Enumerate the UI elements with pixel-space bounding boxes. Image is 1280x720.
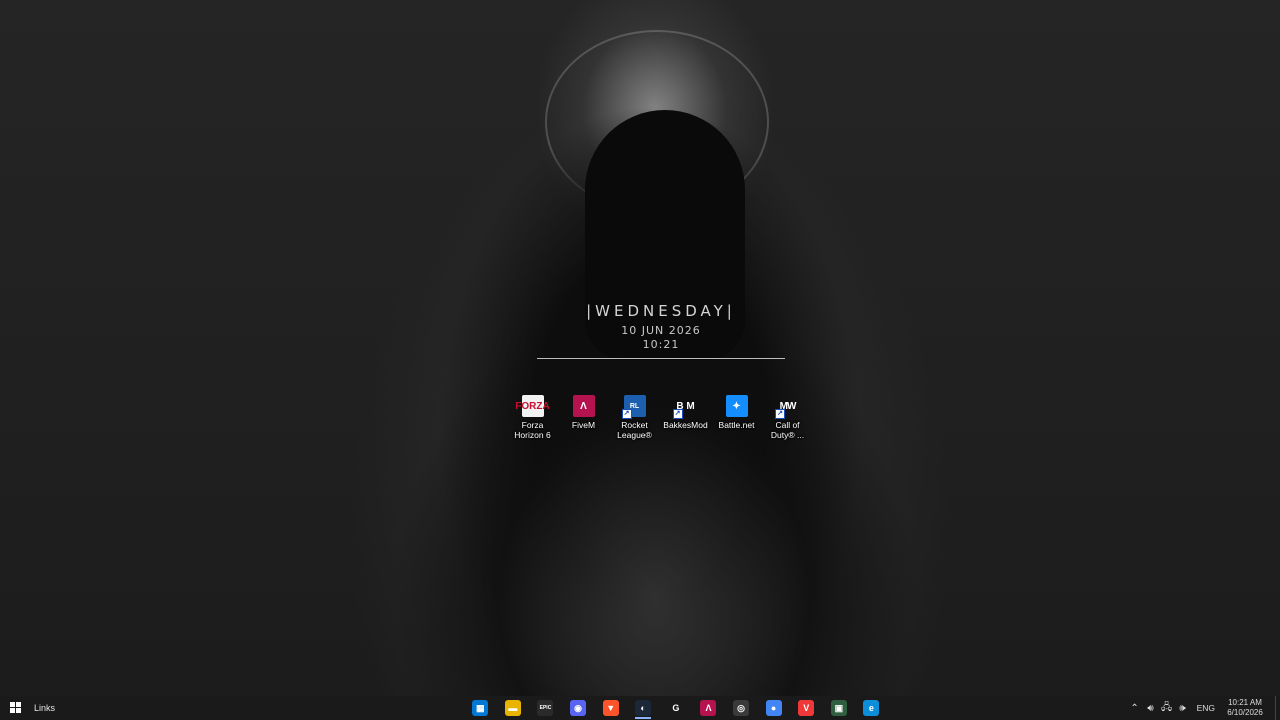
forza-icon: FORZA: [515, 395, 550, 417]
taskbar-apps: ▦ ▬ EPIC ◉ ▼ ◐ G Λ ◎ ● V ▣ e: [464, 696, 888, 720]
widget-date: 10 JUN 2026: [621, 324, 701, 337]
clock-widget: |WEDNESDAY| 10 JUN 2026 10:21: [535, 302, 787, 359]
shortcut-arrow-icon: ↗: [672, 409, 683, 419]
edge-icon: e: [863, 700, 880, 716]
desktop-icon-label: BakkesMod: [663, 420, 708, 430]
discord-icon: ◉: [570, 700, 587, 716]
file-explorer-icon: ▬: [504, 700, 521, 716]
taskbar-app[interactable]: EPIC: [529, 696, 562, 720]
taskbar-app[interactable]: ▬: [497, 696, 530, 720]
input-language[interactable]: ENG: [1197, 703, 1215, 713]
taskbar-clock-date: 6/10/2026: [1227, 708, 1263, 717]
desktop-icon-label: FiveM: [571, 420, 596, 430]
taskbar-app[interactable]: ▼: [594, 696, 627, 720]
desktop-icon-call-of-duty[interactable]: MW ↗ Call of Duty® ...: [762, 395, 813, 455]
brave-icon: ▼: [602, 700, 619, 716]
start-button[interactable]: [0, 696, 32, 720]
shortcut-arrow-icon: ↗: [774, 409, 785, 419]
links-toolbar[interactable]: Links: [34, 703, 55, 713]
microsoft-store-icon: ▦: [472, 700, 489, 716]
taskbar-app[interactable]: ◉: [562, 696, 595, 720]
taskbar-app[interactable]: ▣: [823, 696, 856, 720]
vivaldi-icon: V: [798, 700, 815, 716]
rocket-league-icon: RL ↗: [621, 395, 646, 419]
fivem-taskbar-icon: Λ: [700, 700, 717, 716]
xbox-icon: ▣: [830, 700, 847, 716]
show-hidden-icons-chevron-icon[interactable]: ⌃: [1127, 703, 1143, 714]
volume-icon[interactable]: 🔊︎: [1143, 703, 1159, 714]
widget-time: 10:21: [642, 338, 680, 351]
desktop-icon-fivem[interactable]: Λ FiveM: [558, 395, 609, 455]
steam-icon: ◐: [635, 700, 652, 716]
show-desktop-button[interactable]: [1275, 696, 1280, 720]
desktop-icon-label: Battle.net: [718, 420, 755, 430]
desktop-icon-label: Call of Duty® ...: [770, 420, 805, 440]
taskbar-app[interactable]: G: [660, 696, 693, 720]
epic-games-icon: EPIC: [537, 700, 554, 716]
desktop-icon-forza[interactable]: FORZA Forza Horizon 6: [507, 395, 558, 455]
taskbar-clock-time: 10:21 AM: [1228, 698, 1262, 707]
mw-icon: MW ↗: [774, 395, 799, 419]
widget-weekday: |WEDNESDAY|: [586, 302, 736, 320]
speaker-icon[interactable]: 🕪︎: [1175, 703, 1191, 714]
desktop-icon-battlenet[interactable]: ✦ Battle.net: [711, 395, 762, 455]
g-hub-icon: G: [667, 700, 684, 716]
desktop-icon-label: Forza Horizon 6: [514, 420, 551, 440]
widget-divider: [537, 358, 785, 359]
desktop-icon-bakkesmod[interactable]: B M ↗ BakkesMod: [660, 395, 711, 455]
taskbar-app[interactable]: ◐: [627, 696, 660, 720]
taskbar-app[interactable]: ▦: [464, 696, 497, 720]
shortcut-arrow-icon: ↗: [621, 409, 632, 419]
desktop-icon-label: Rocket League®: [617, 420, 652, 440]
taskbar-app[interactable]: V: [790, 696, 823, 720]
taskbar-clock[interactable]: 10:21 AM 6/10/2026: [1221, 698, 1269, 718]
taskbar: Links ▦ ▬ EPIC ◉ ▼ ◐ G Λ ◎ ● V ▣ e ⌃ 🔊︎ 🖧︎ 🕪︎ ENG 10…: [0, 696, 1280, 720]
taskbar-app[interactable]: ●: [757, 696, 790, 720]
taskbar-app[interactable]: ◎: [725, 696, 758, 720]
taskbar-app[interactable]: e: [855, 696, 888, 720]
desktop-icons: FORZA Forza Horizon 6 Λ FiveM RL ↗ Rocke…: [507, 395, 813, 455]
fivem-icon: Λ: [572, 395, 595, 417]
bakkesmod-icon: B M ↗: [672, 395, 697, 419]
system-tray: ⌃ 🔊︎ 🖧︎ 🕪︎ ENG 10:21 AM 6/10/2026: [1127, 696, 1280, 720]
desktop-icon-rocket-league[interactable]: RL ↗ Rocket League®: [609, 395, 660, 455]
chrome-icon: ●: [765, 700, 782, 716]
windows-logo-icon: [10, 702, 22, 714]
desktop: |WEDNESDAY| 10 JUN 2026 10:21 FORZA Forz…: [0, 0, 1280, 696]
taskbar-app[interactable]: Λ: [692, 696, 725, 720]
network-icon[interactable]: 🖧︎: [1159, 700, 1175, 717]
obs-icon: ◎: [733, 700, 750, 716]
battlenet-icon: ✦: [725, 395, 748, 417]
